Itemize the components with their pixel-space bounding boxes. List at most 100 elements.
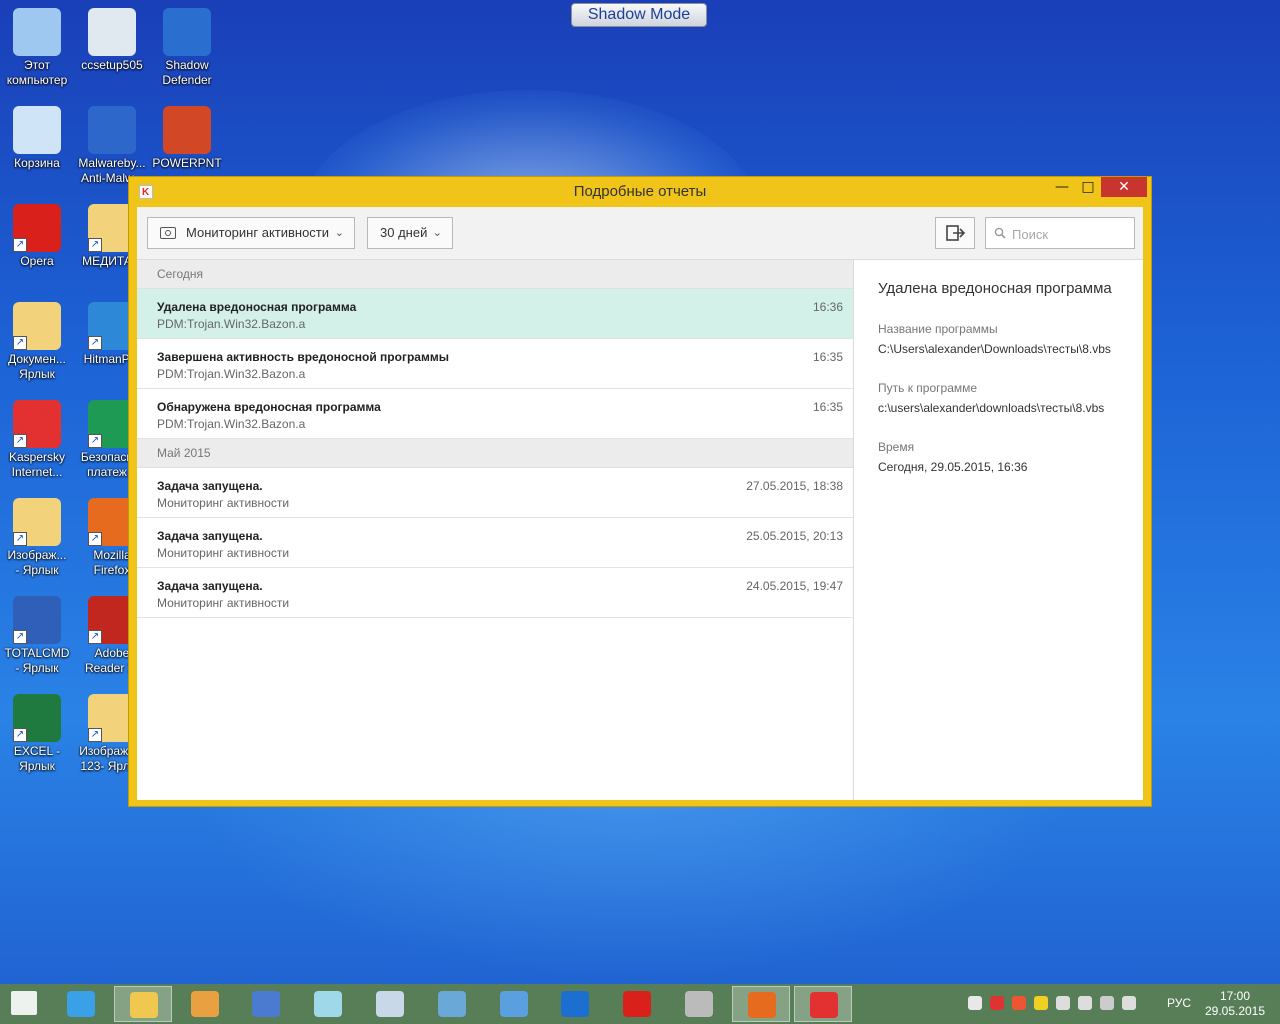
calculator-icon	[376, 991, 404, 1017]
taskbar-button[interactable]	[423, 986, 481, 1022]
taskbar-button[interactable]	[608, 986, 666, 1022]
event-subtitle: PDM:Trojan.Win32.Bazon.a	[157, 317, 306, 331]
taskbar-button[interactable]	[670, 986, 728, 1022]
event-row[interactable]: Задача запущена. Мониторинг активности 27.…	[137, 468, 853, 518]
task-manager-icon	[437, 991, 466, 1017]
event-row[interactable]: Удалена вредоносная программа PDM:Trojan.…	[137, 289, 853, 339]
minimize-button[interactable]: —	[1049, 177, 1075, 197]
shortcut-arrow-icon: ↗	[13, 434, 27, 448]
taskbar-button[interactable]	[546, 986, 604, 1022]
taskbar-button[interactable]	[793, 986, 852, 1022]
desktop-icon-label: Корзина	[14, 156, 60, 170]
tray-app-icon[interactable]	[968, 996, 982, 1010]
shortcut-arrow-icon: ↗	[13, 238, 27, 252]
event-subtitle: Мониторинг активности	[157, 596, 290, 610]
event-subtitle: PDM:Trojan.Win32.Bazon.a	[157, 417, 306, 431]
kaspersky-icon: ↗	[13, 400, 61, 448]
event-subtitle: PDM:Trojan.Win32.Bazon.a	[157, 367, 306, 381]
period-dropdown[interactable]: 30 дней ⌄	[367, 217, 453, 249]
totalcmd-icon: ↗	[13, 596, 61, 644]
tray-monitor-icon[interactable]	[1100, 996, 1114, 1010]
tray-power-icon[interactable]	[1078, 996, 1092, 1010]
shortcut-arrow-icon: ↗	[13, 630, 27, 644]
close-button[interactable]: ✕	[1101, 177, 1147, 197]
powerpoint-icon	[163, 106, 211, 154]
desktop-icon[interactable]: ↗ Изображ... - Ярлык	[1, 494, 73, 578]
event-time: 16:35	[812, 350, 843, 364]
taskbar-button[interactable]	[485, 986, 543, 1022]
shortcut-arrow-icon: ↗	[88, 434, 102, 448]
taskbar-button[interactable]	[237, 986, 295, 1022]
chevron-down-icon: ⌄	[432, 227, 442, 239]
folder-icon: ↗	[13, 498, 61, 546]
desktop-icon[interactable]: Malwareby... Anti-Malw...	[76, 102, 148, 186]
notepad-icon	[314, 991, 343, 1017]
desktop-icon[interactable]: Этот компьютер	[1, 4, 73, 88]
opera-icon	[623, 991, 652, 1017]
event-time: 16:35	[812, 400, 843, 414]
title-bar[interactable]: K Подробные отчеты — □ ✕	[129, 177, 1151, 205]
taskbar-button[interactable]	[299, 986, 357, 1022]
detail-value-program-name: C:\Users\alexander\Downloads\тесты\8.vbs	[878, 342, 1111, 356]
desktop-icon[interactable]: ↗ Kaspersky Internet...	[1, 396, 73, 480]
shortcut-arrow-icon: ↗	[88, 532, 102, 546]
internet-explorer-icon	[67, 991, 95, 1017]
maximize-button[interactable]: □	[1075, 177, 1101, 197]
clock-date: 29.05.2015	[1204, 1004, 1266, 1018]
event-time: 27.05.2015, 18:38	[746, 479, 843, 493]
desktop-icon[interactable]: ccsetup505	[76, 4, 148, 73]
event-title: Завершена активность вредоносной програм…	[157, 350, 449, 364]
shortcut-arrow-icon: ↗	[88, 728, 102, 742]
taskbar-button[interactable]	[176, 986, 234, 1022]
desktop-icon-label: EXCEL - Ярлык	[13, 744, 61, 773]
taskbar-button[interactable]	[113, 986, 172, 1022]
event-list: Сегодня Удалена вредоносная программа PDM:…	[137, 260, 854, 800]
group-header: Май 2015	[137, 439, 853, 468]
volume-icon[interactable]	[1122, 996, 1136, 1010]
search-input[interactable]	[1010, 224, 1132, 244]
component-filter-dropdown[interactable]: Мониторинг активности ⌄	[147, 217, 355, 249]
event-row[interactable]: Задача запущена. Мониторинг активности 25.…	[137, 518, 853, 568]
tray-flag-icon[interactable]	[1034, 996, 1048, 1010]
event-subtitle: Мониторинг активности	[157, 546, 290, 560]
taskbar-button[interactable]	[731, 986, 790, 1022]
search-box[interactable]	[985, 217, 1135, 249]
start-icon	[11, 991, 37, 1015]
taskbar-button[interactable]	[361, 986, 419, 1022]
desktop-icon-label: Shadow Defender	[162, 58, 212, 87]
desktop-icon[interactable]: Shadow Defender	[151, 4, 223, 88]
language-indicator[interactable]: РУС	[1167, 996, 1191, 1010]
shortcut-arrow-icon: ↗	[88, 238, 102, 252]
search-icon	[994, 227, 1006, 239]
kaspersky-icon	[809, 992, 838, 1018]
tray-kaspersky-icon[interactable]	[990, 996, 1004, 1010]
taskbar-button[interactable]	[0, 986, 54, 1022]
tray-shield-icon[interactable]	[1012, 996, 1026, 1010]
tray-network-icon[interactable]	[1056, 996, 1070, 1010]
desktop-icon[interactable]: Корзина	[1, 102, 73, 171]
desktop-icon-label: ccsetup505	[81, 58, 143, 72]
monitor-icon	[160, 227, 176, 239]
firefox-icon	[747, 992, 776, 1018]
desktop-icon[interactable]: ↗ EXCEL - Ярлык	[1, 690, 73, 774]
computer-icon	[13, 8, 61, 56]
event-row[interactable]: Обнаружена вредоносная программа PDM:Troj…	[137, 389, 853, 439]
installer-icon	[88, 8, 136, 56]
event-row[interactable]: Завершена активность вредоносной програм…	[137, 339, 853, 389]
event-row[interactable]: Задача запущена. Мониторинг активности 24.…	[137, 568, 853, 618]
taskbar	[0, 984, 1280, 1024]
desktop-icon[interactable]: ↗ Opera	[1, 200, 73, 269]
desktop-icon[interactable]: ↗ TOTALCMD - Ярлык	[1, 592, 73, 676]
clock[interactable]: 17:00 29.05.2015	[1200, 989, 1270, 1019]
shortcut-arrow-icon: ↗	[88, 336, 102, 350]
detail-key-time: Время	[878, 440, 915, 454]
export-button[interactable]	[935, 217, 975, 249]
shadow-mode-badge: Shadow Mode	[571, 3, 707, 27]
opera-icon: ↗	[13, 204, 61, 252]
desktop-icon-label: Изображ... - Ярлык	[7, 548, 67, 577]
desktop-icon[interactable]: ↗ Докумен... Ярлык	[1, 298, 73, 382]
window-content: Мониторинг активности ⌄ 30 дней ⌄ Поиск …	[137, 207, 1143, 800]
wordpad-icon	[252, 991, 281, 1017]
excel-icon: ↗	[13, 694, 61, 742]
taskbar-button[interactable]	[52, 986, 110, 1022]
